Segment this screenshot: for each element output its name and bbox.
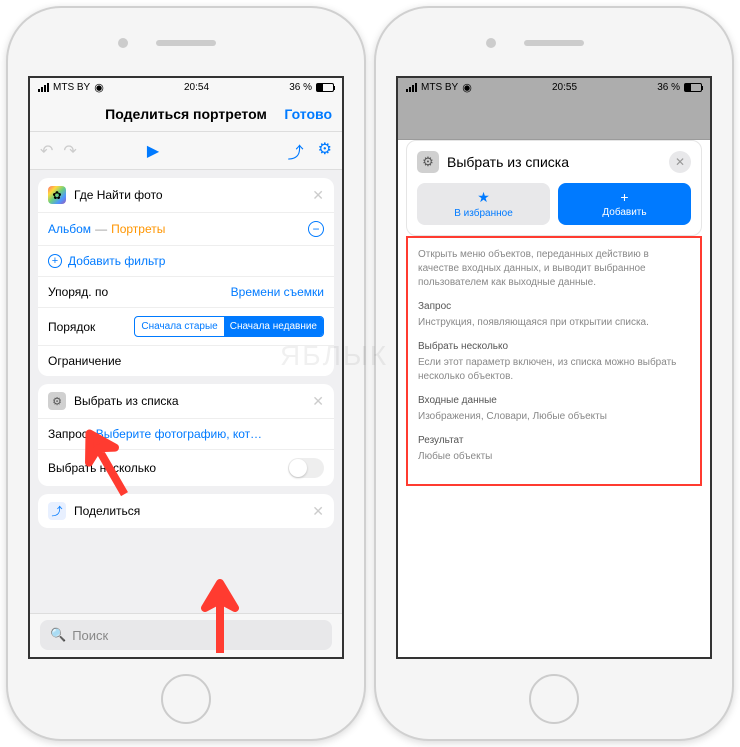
remove-icon[interactable]: − [308,221,324,237]
modal-overlay[interactable]: ⚙ Выбрать из списка ✕ ★ В избранное + До… [398,78,710,657]
find-photos-card: ✿ Где Найти фото ✕ Альбом — Портреты − +… [38,178,334,376]
phone-right: MTS BY ◉ 20:55 36 % ⚙ Выбрать из списка … [374,6,734,741]
close-icon[interactable]: ✕ [312,503,324,520]
close-icon[interactable]: ✕ [669,151,691,173]
select-multiple-toggle[interactable] [288,458,324,478]
limit-row[interactable]: Ограничение [38,346,334,376]
favorite-label: В избранное [454,208,513,219]
info-heading: Результат [418,434,690,448]
screen-left: MTS BY ◉ 20:54 36 % Поделиться портретом… [28,76,344,659]
info-heading: Запрос [418,300,690,314]
plus-icon: + [620,189,628,205]
content-area[interactable]: ✿ Где Найти фото ✕ Альбом — Портреты − +… [30,170,342,613]
album-value: Портреты [111,222,165,236]
order-oldest[interactable]: Сначала старые [135,317,223,336]
add-label: Добавить [602,207,646,218]
card-title: Где Найти фото [74,188,312,202]
signal-icon [38,83,49,92]
album-label: Альбом [48,222,91,236]
order-newest[interactable]: Сначала недавние [224,317,323,336]
info-text: Если этот параметр включен, из списка мо… [418,357,676,382]
search-bar: 🔍 Поиск [30,613,342,657]
close-icon[interactable]: ✕ [312,393,324,410]
info-heading: Выбрать несколько [418,340,690,354]
status-bar: MTS BY ◉ 20:54 36 % [30,78,342,96]
done-button[interactable]: Готово [284,106,332,122]
phone-speaker [156,40,216,46]
limit-label: Ограничение [48,354,121,368]
album-row[interactable]: Альбом — Портреты − [38,213,334,246]
panel-title: Выбрать из списка [447,154,669,170]
play-icon[interactable]: ▶ [147,141,159,161]
share-icon[interactable]: ⤴ [288,139,304,163]
info-panel: ⚙ Выбрать из списка ✕ ★ В избранное + До… [406,140,702,236]
add-filter-row[interactable]: + Добавить фильтр [38,246,334,277]
gear-icon: ⚙ [48,392,66,410]
annotation-arrow [195,578,245,659]
info-description: Открыть меню объектов, переданных действ… [418,248,690,290]
plus-icon: + [48,254,62,268]
phone-speaker [524,40,584,46]
undo-icon[interactable]: ↶ [40,141,53,161]
search-input[interactable]: 🔍 Поиск [40,620,332,650]
add-filter-label: Добавить фильтр [68,254,165,268]
carrier-label: MTS BY [53,82,90,93]
info-text: Инструкция, появляющаяся при открытии сп… [418,317,649,328]
home-button[interactable] [529,674,579,724]
order-label: Порядок [48,320,95,334]
phone-camera [486,38,496,48]
gear-icon: ⚙ [417,151,439,173]
toolbar: ↶ ↷ ▶ ⤴ ⚙ [30,132,342,170]
redo-icon[interactable]: ↷ [63,141,76,161]
sort-by-value: Времени съемки [231,285,324,299]
search-placeholder: Поиск [72,628,108,643]
sort-by-row[interactable]: Упоряд. по Времени съемки [38,277,334,308]
settings-toggle-icon[interactable]: ⚙ [318,139,332,163]
info-text: Любые объекты [418,451,492,462]
screen-right: MTS BY ◉ 20:55 36 % ⚙ Выбрать из списка … [396,76,712,659]
phone-left: MTS BY ◉ 20:54 36 % Поделиться портретом… [6,6,366,741]
nav-bar: Поделиться портретом Готово [30,96,342,132]
phone-camera [118,38,128,48]
battery-percent: 36 % [289,82,312,93]
order-segmented[interactable]: Сначала старые Сначала недавние [134,316,324,337]
home-button[interactable] [161,674,211,724]
favorite-button[interactable]: ★ В избранное [417,183,550,225]
info-box: Открыть меню объектов, переданных действ… [406,236,702,486]
star-icon: ★ [477,189,490,206]
wifi-icon: ◉ [94,81,104,94]
card-title: Выбрать из списка [74,394,312,408]
share-card: ⤴ Поделиться ✕ [38,494,334,528]
add-button[interactable]: + Добавить [558,183,691,225]
battery-icon [316,83,334,92]
order-row: Порядок Сначала старые Сначала недавние [38,308,334,346]
panel-tabs: ★ В избранное + Добавить [407,183,701,235]
info-heading: Входные данные [418,394,690,408]
share-icon: ⤴ [48,502,66,520]
close-icon[interactable]: ✕ [312,187,324,204]
photos-icon: ✿ [48,186,66,204]
page-title: Поделиться портретом [105,106,267,122]
info-text: Изображения, Словари, Любые объекты [418,411,607,422]
status-time: 20:54 [184,82,209,93]
search-icon: 🔍 [50,627,66,643]
sort-by-label: Упоряд. по [48,285,108,299]
